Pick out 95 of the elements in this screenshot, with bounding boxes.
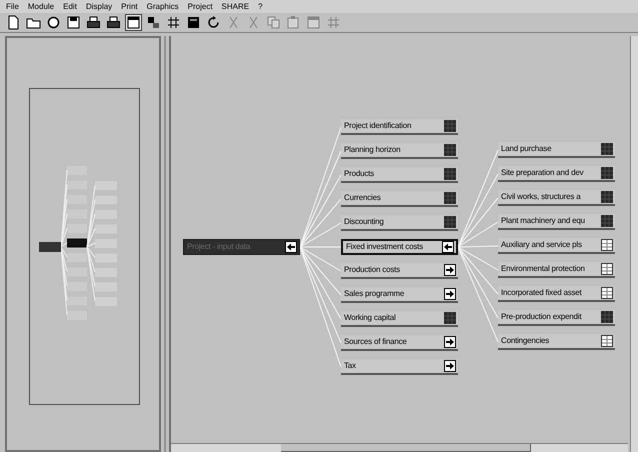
toolbar-button[interactable] [125, 14, 142, 31]
menu-item[interactable]: Print [121, 2, 138, 10]
dark-square-icon [601, 191, 613, 203]
menu-item[interactable]: ? [258, 2, 263, 10]
module-node[interactable]: Project identification [341, 119, 458, 135]
menu-item[interactable]: SHARE [222, 2, 250, 10]
printer-icon [86, 15, 101, 30]
right-arrow-icon [444, 336, 456, 348]
table-icon [601, 239, 613, 251]
module-node[interactable]: Discounting [341, 215, 458, 231]
clipboard-icon [286, 15, 301, 30]
refresh-icon [206, 15, 221, 30]
module-node[interactable]: Civil works, structures a [498, 190, 615, 206]
toolbar-button[interactable] [105, 14, 122, 31]
printer-icon [106, 15, 121, 30]
node-label: Currencies [344, 194, 381, 202]
dark-square-icon [444, 168, 456, 180]
module-node[interactable]: Pre-production expendit [498, 310, 615, 326]
node-label: Sources of finance [344, 338, 407, 346]
module-node[interactable]: Products [341, 167, 458, 183]
toolbar-button[interactable] [45, 14, 62, 31]
dark-square-icon [601, 143, 613, 155]
toolbar-button[interactable] [85, 14, 102, 31]
node-label: Plant machinery and equ [501, 217, 585, 225]
horizontal-scrollbar[interactable] [171, 443, 628, 452]
node-label: Planning horizon [344, 146, 400, 154]
right-arrow-icon [444, 288, 456, 300]
module-node[interactable]: Production costs [341, 263, 458, 279]
node-label: Products [344, 170, 374, 178]
module-node[interactable]: Plant machinery and equ [498, 214, 615, 230]
node-label: Civil works, structures a [501, 193, 580, 201]
left-arrow-icon [442, 241, 454, 253]
node-label: Site preparation and dev [501, 169, 584, 177]
document-icon [6, 15, 21, 30]
circle-icon [46, 15, 61, 30]
node-label: Environmental protection [501, 265, 585, 273]
vertical-scrollbar[interactable] [630, 36, 638, 452]
dark-square-icon [601, 215, 613, 227]
hash-icon [326, 15, 341, 30]
square-icon [186, 15, 201, 30]
window-icon [126, 15, 141, 30]
node-label: Land purchase [501, 145, 552, 153]
module-node[interactable]: Fixed investment costs [341, 239, 458, 255]
table-icon [601, 287, 613, 299]
dark-square-icon [444, 216, 456, 228]
node-label: Contingencies [501, 337, 550, 345]
node-label: Tax [344, 362, 356, 370]
node-label: Project identification [344, 122, 412, 130]
node-label: Auxiliary and service pls [501, 241, 582, 249]
node-label: Incorporated fixed asset [501, 289, 582, 297]
menu-item[interactable]: Project [188, 2, 213, 10]
menu-item[interactable]: File [6, 2, 19, 10]
dark-square-icon [444, 192, 456, 204]
hash-icon [166, 15, 181, 30]
node-label: Working capital [344, 314, 396, 322]
window-icon [306, 15, 321, 30]
menu-item[interactable]: Module [28, 2, 54, 10]
dark-square-icon [444, 144, 456, 156]
menu-item[interactable]: Graphics [146, 2, 179, 10]
scrollbar-thumb[interactable] [281, 444, 531, 452]
toolbar-button[interactable] [65, 14, 82, 31]
node-label: Sales programme [344, 290, 404, 298]
table-icon [601, 335, 613, 347]
toolbar-button[interactable] [165, 14, 182, 31]
tree-icon [146, 15, 161, 30]
module-node[interactable]: Currencies [341, 191, 458, 207]
left-arrow-icon [285, 241, 297, 253]
module-node[interactable]: Environmental protection [498, 262, 615, 278]
menu-item[interactable]: Edit [63, 2, 77, 10]
menu-item[interactable]: Display [86, 2, 112, 10]
toolbar-button[interactable] [185, 14, 202, 31]
node-label: Project - input data [187, 243, 250, 251]
table-icon [601, 263, 613, 275]
module-node[interactable]: Contingencies [498, 334, 615, 350]
node-label: Pre-production expendit [501, 313, 582, 321]
module-node[interactable]: Land purchase [498, 142, 615, 158]
right-arrow-icon [444, 264, 456, 276]
module-node[interactable]: Site preparation and dev [498, 166, 615, 182]
module-node[interactable]: Sales programme [341, 287, 458, 303]
dark-square-icon [601, 311, 613, 323]
dark-square-icon [444, 312, 456, 324]
module-node[interactable]: Planning horizon [341, 143, 458, 159]
right-arrow-icon [444, 360, 456, 372]
module-node[interactable]: Working capital [341, 311, 458, 327]
module-node[interactable]: Tax [341, 359, 458, 375]
node-label: Fixed investment costs [346, 243, 423, 251]
module-node[interactable]: Auxiliary and service pls [498, 238, 615, 254]
dark-square-icon [444, 120, 456, 132]
pages-icon [266, 15, 281, 30]
module-node[interactable]: Sources of finance [341, 335, 458, 351]
node-label: Discounting [344, 218, 384, 226]
node-label: Production costs [344, 266, 400, 274]
module-node[interactable]: Incorporated fixed asset [498, 286, 615, 302]
toolbar-button[interactable] [145, 14, 162, 31]
dark-square-icon [601, 167, 613, 179]
